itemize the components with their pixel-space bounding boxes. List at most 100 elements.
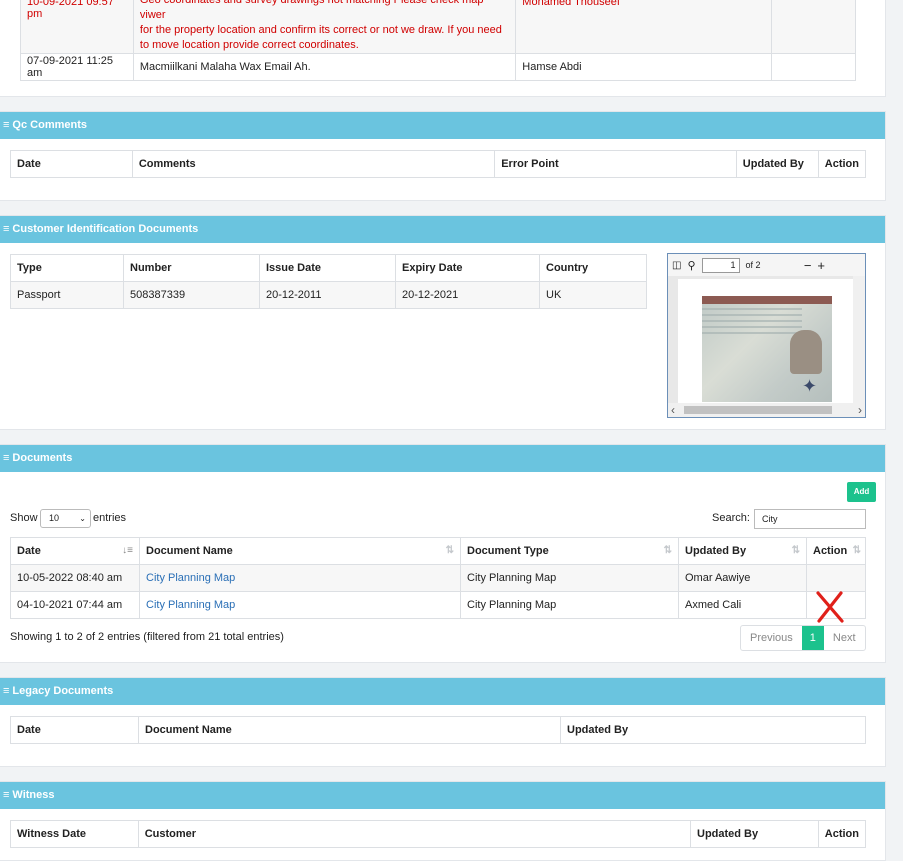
section-header: ≡ Witness [0,782,885,809]
table-row: Passport 508387339 20-12-2011 20-12-2021… [10,281,647,309]
column-header-updated-by[interactable]: Updated By ⇅ [678,537,807,565]
column-header[interactable]: Date [10,150,133,178]
search-icon[interactable]: ⚲ [687,259,695,272]
column-header-document-type[interactable]: Document Type ⇅ [460,537,679,565]
section-title: Customer Identification Documents [12,223,199,235]
comment-text: Geo coordinates and survey drawings not … [132,0,517,54]
table-header-row: Witness Date Customer Updated By Action [10,820,867,848]
qc-table: Date Comments Error Point Updated By Act… [10,150,867,178]
id-number: 508387339 [123,281,260,309]
table-row: 04-10-2021 07:44 am City Planning Map Ci… [10,591,866,619]
id-type: Passport [10,281,124,309]
comments-table: 10-09-2021 09:57 pm Geo coordinates and … [20,0,857,81]
list-icon: ≡ [3,789,10,801]
sort-arrows-icon: ⇅ [445,545,454,556]
column-header[interactable]: Document Name [138,716,561,744]
column-header-document-name[interactable]: Document Name ⇅ [139,537,461,565]
table-header-row: Date Comments Error Point Updated By Act… [10,150,867,178]
table-header-row: Date Document Name Updated By [10,716,866,744]
pdf-horizontal-scrollbar[interactable]: ‹ › [668,403,865,417]
section-header: ≡ Legacy Documents [0,678,885,705]
column-header[interactable]: Country [539,254,647,282]
zoom-in-icon[interactable]: + [817,258,825,273]
list-icon: ≡ [3,223,10,235]
previous-button[interactable]: Previous [741,626,802,650]
section-header: ≡ Documents [0,445,885,472]
search-input[interactable]: City [754,509,866,529]
column-header[interactable]: Expiry Date [395,254,540,282]
passport-image: ✦ [702,296,832,402]
page-number-input[interactable]: 1 [701,257,740,273]
column-header[interactable]: Number [123,254,260,282]
sidebar-toggle-icon[interactable]: ◫ [672,260,681,271]
next-button[interactable]: Next [824,626,865,650]
add-document-button[interactable]: Add [847,482,876,502]
table-row: 07-09-2021 11:25 am Macmiilkani Malaha W… [20,53,857,81]
section-title: Qc Comments [12,119,87,131]
list-icon: ≡ [3,119,10,131]
comment-by: Hamse Abdi [515,53,772,81]
comment-by: Mohamed Thouseef [515,0,772,54]
customer-id-table: Type Number Issue Date Expiry Date Count… [10,254,647,309]
comment-date: 10-09-2021 09:57 pm [20,0,134,54]
doc-type: City Planning Map [460,564,679,592]
table-row: 10-05-2022 08:40 am City Planning Map Ci… [10,564,866,592]
column-header[interactable]: Customer [137,820,692,848]
column-header[interactable]: Action [817,150,867,178]
column-label: Date [17,545,41,557]
chevron-down-icon: ⌄ [79,514,86,523]
legacy-documents-card: ≡ Legacy Documents Date Document Name Up… [0,677,886,767]
scroll-thumb[interactable] [684,406,832,414]
page-1-button[interactable]: 1 [801,626,824,650]
pdf-vertical-scrollbar[interactable] [853,276,865,405]
column-header[interactable]: Updated By [735,150,819,178]
column-label: Document Type [467,545,549,557]
column-header[interactable]: Error Point [494,150,737,178]
pdf-viewer[interactable]: ◫ ⚲ 1 of 2 − + ✦ ‹ › [667,253,866,418]
passport-text-lines [702,308,802,338]
column-header-date[interactable]: Date ↓≡ [10,537,140,565]
table-header-row: Type Number Issue Date Expiry Date Count… [10,254,647,282]
doc-name-link[interactable]: City Planning Map [139,591,461,619]
show-label: Show [10,512,38,524]
column-label: Updated By [685,545,747,557]
bird-emblem-icon: ✦ [802,376,818,396]
documents-table: Date ↓≡ Document Name ⇅ Document Type ⇅ Upd… [10,537,866,619]
page-scrollbar[interactable] [886,0,903,850]
doc-action [806,564,866,592]
table-info: Showing 1 to 2 of 2 entries (filtered fr… [10,631,284,643]
scroll-right-icon[interactable]: › [858,403,862,417]
passport-header-strip [702,296,832,304]
entries-select[interactable]: 10 ⌄ [40,509,91,528]
column-header[interactable]: Updated By [690,820,819,848]
comment-action [770,53,857,81]
zoom-out-icon[interactable]: − [804,258,812,273]
column-header[interactable]: Issue Date [259,254,396,282]
witness-table: Witness Date Customer Updated By Action [10,820,867,848]
doc-date: 10-05-2022 08:40 am [10,564,140,592]
pagination: Previous 1 Next [740,625,866,651]
column-header[interactable]: Type [10,254,124,282]
passport-photo [790,330,822,374]
comment-line: to move location provide correct coordin… [139,39,359,51]
witness-card: ≡ Witness Witness Date Customer Updated … [0,781,886,861]
doc-name-link[interactable]: City Planning Map [139,564,461,592]
column-header-action[interactable]: Action ⇅ [806,537,866,565]
table-header-row: Date ↓≡ Document Name ⇅ Document Type ⇅ Upd… [10,537,866,565]
column-header[interactable]: Date [10,716,139,744]
section-header: ≡ Customer Identification Documents [0,216,885,243]
column-header[interactable]: Action [817,820,867,848]
sort-arrows-icon: ⇅ [852,545,861,556]
column-header[interactable]: Updated By [560,716,866,744]
scroll-left-icon[interactable]: ‹ [671,403,675,417]
x-mark-icon[interactable] [814,590,846,624]
id-country: UK [539,281,647,309]
page-count: of 2 [745,260,761,270]
column-header[interactable]: Comments [131,150,496,178]
comment-date: 07-09-2021 11:25 am [20,53,134,81]
comment-text: Macmiilkani Malaha Wax Email Ah. [132,53,517,81]
section-title: Legacy Documents [12,685,114,697]
comment-line: for the property location and confirm it… [139,24,502,36]
doc-date: 04-10-2021 07:44 am [10,591,140,619]
column-header[interactable]: Witness Date [10,820,139,848]
